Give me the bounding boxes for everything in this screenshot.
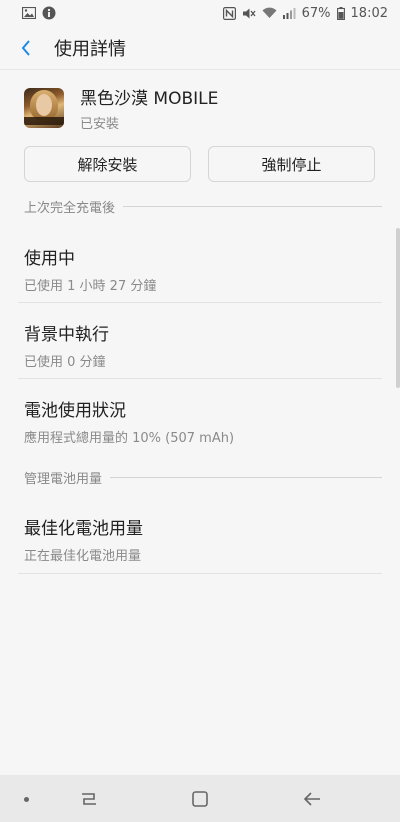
app-header: 黑色沙漠 MOBILE 已安裝: [24, 84, 218, 132]
app-name: 黑色沙漠 MOBILE: [80, 89, 219, 109]
section-label: 上次完全充電後: [24, 200, 116, 216]
item-title: 背景中執行: [24, 325, 109, 345]
app-bar-divider: [0, 69, 400, 70]
item-subtitle: 應用程式總用量的 10% (507 mAh): [24, 431, 235, 446]
back-arrow-icon: [303, 792, 320, 806]
back-button[interactable]: [0, 26, 52, 70]
recent-apps-icon: [82, 793, 96, 805]
list-item-battery-usage[interactable]: 電池使用狀況 應用程式總用量的 10% (507 mAh): [18, 396, 382, 446]
app-bar: 使用詳情: [0, 26, 400, 70]
section-rule: [123, 205, 382, 207]
back-nav-button[interactable]: [299, 787, 325, 811]
home-button[interactable]: [187, 787, 213, 811]
status-left: [22, 6, 56, 20]
section-label: 管理電池用量: [24, 471, 103, 487]
scrollbar-thumb[interactable]: [396, 228, 400, 388]
battery-icon: [336, 6, 345, 20]
list-item-in-use[interactable]: 使用中 已使用 1 小時 27 分鐘: [18, 244, 382, 294]
item-subtitle: 已使用 0 分鐘: [24, 355, 106, 370]
navigation-bar: [0, 775, 400, 822]
item-title: 最佳化電池用量: [24, 519, 143, 539]
section-header-manage-battery: 管理電池用量: [24, 468, 382, 487]
item-subtitle: 已使用 1 小時 27 分鐘: [24, 279, 157, 294]
home-icon: [192, 791, 208, 807]
row-divider: [18, 378, 382, 379]
list-item-optimize-battery[interactable]: 最佳化電池用量 正在最佳化電池用量: [18, 514, 382, 564]
row-divider: [18, 573, 382, 574]
list-item-background[interactable]: 背景中執行 已使用 0 分鐘: [18, 320, 382, 370]
page-title: 使用詳情: [54, 39, 126, 60]
recent-apps-button[interactable]: [76, 787, 102, 811]
gallery-icon: [22, 7, 36, 19]
force-stop-button[interactable]: 強制停止: [208, 146, 375, 182]
section-rule: [110, 476, 382, 478]
mute-icon: [242, 7, 256, 20]
battery-percent: 67%: [301, 5, 331, 21]
status-time: 18:02: [350, 5, 388, 21]
chevron-left-icon: [21, 40, 30, 56]
item-title: 使用中: [24, 249, 75, 269]
app-meta: 黑色沙漠 MOBILE 已安裝: [80, 84, 218, 132]
status-bar: 67% 18:02: [0, 0, 400, 26]
wifi-icon: [262, 7, 277, 19]
app-icon: [24, 88, 64, 128]
signal-icon: [282, 7, 296, 19]
app-install-status: 已安裝: [80, 117, 120, 132]
section-header-since-last-charge: 上次完全充電後: [24, 197, 382, 216]
row-divider: [18, 302, 382, 303]
status-right: 67% 18:02: [222, 5, 388, 21]
info-icon: [42, 6, 56, 20]
nfc-icon: [222, 6, 236, 20]
item-title: 電池使用狀況: [24, 401, 126, 421]
nav-dot-icon[interactable]: [24, 797, 29, 802]
item-subtitle: 正在最佳化電池用量: [24, 549, 142, 564]
uninstall-button[interactable]: 解除安裝: [24, 146, 191, 182]
